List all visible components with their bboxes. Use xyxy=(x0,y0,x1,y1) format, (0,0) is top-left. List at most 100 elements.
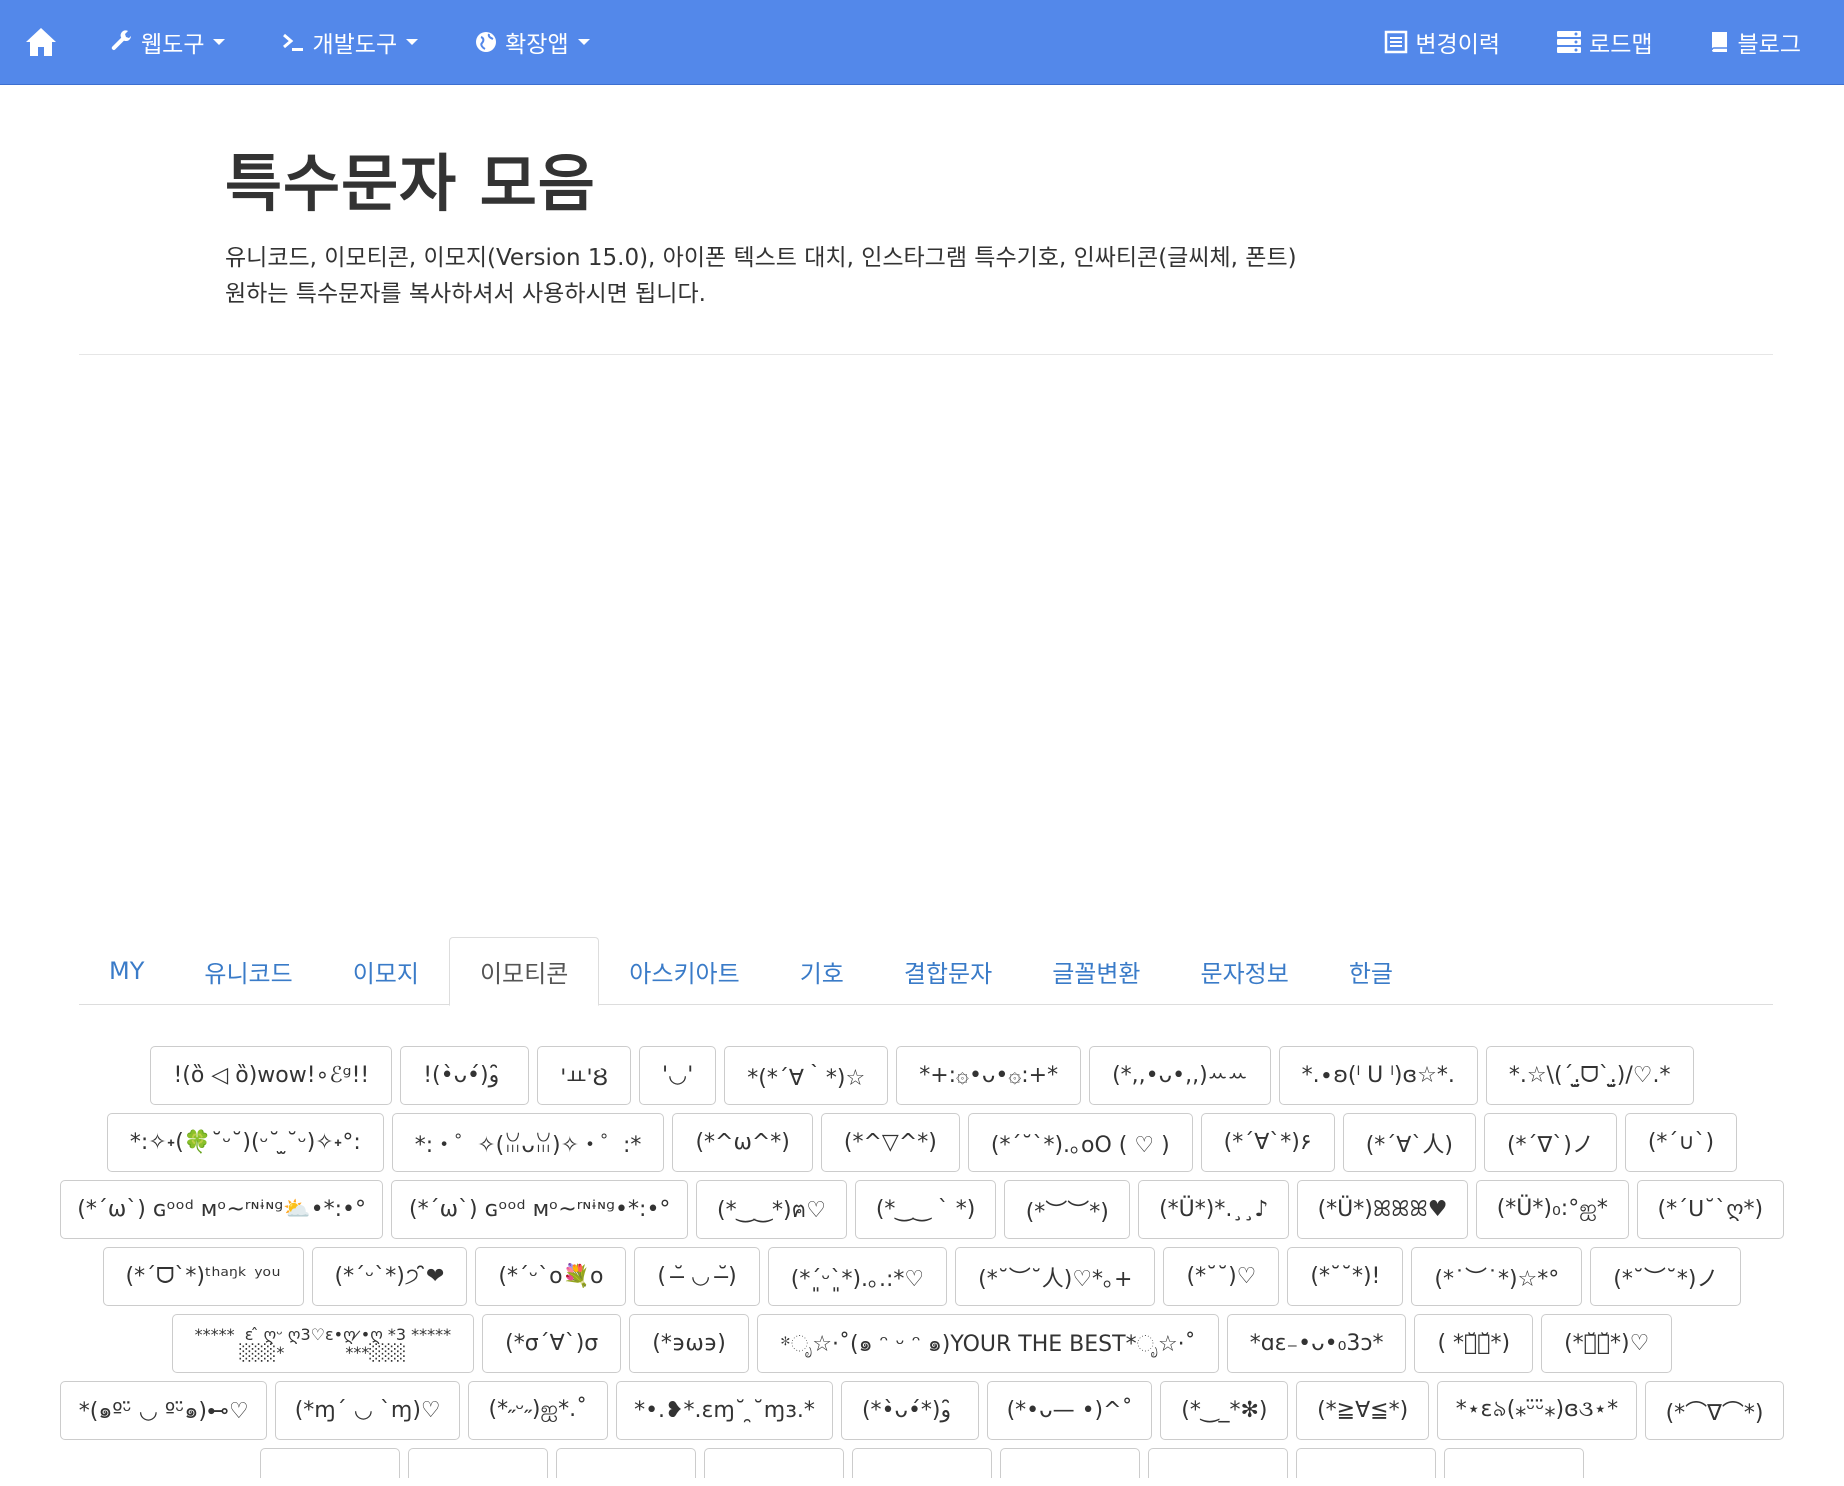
emoticon-button[interactable]: (*^▽^*) xyxy=(820,1113,960,1172)
nav-extensions[interactable]: 확장앱 xyxy=(446,0,617,85)
page-header: 특수문자 모음 유니코드, 이모티콘, 이모지(Version 15.0), 아… xyxy=(225,149,1297,312)
emoticon-button[interactable]: !(•̀ᴗ•́)و ̑̑ xyxy=(400,1046,530,1105)
emoticon-button[interactable]: (*´∀`*)۶ xyxy=(1200,1113,1335,1172)
emoticon-button[interactable]: '◡' xyxy=(638,1046,717,1105)
emoticon-button[interactable]: (*´ᗜ`*)ᵗʰᵃᵑᵏ ʸᵒᵘ xyxy=(102,1247,304,1306)
emoticon-button[interactable] xyxy=(408,1448,548,1478)
emoticon-button[interactable]: *+:۞•ᴗ•۞:+* xyxy=(896,1046,1082,1105)
chevron-down-icon xyxy=(577,39,590,45)
emoticon-button[interactable]: (*ค̆ค̆*)♡ xyxy=(1541,1314,1673,1373)
tab-5[interactable]: 기호 xyxy=(770,937,874,1005)
emoticon-row: *(๑ºᵕ̈ ◡ ºᵕ̈๑)⊷♡ (*ɱ´ ◡ `ɱ)♡ (*˶ᵕ˶)ஐ*.˚ *•.… xyxy=(60,1381,1784,1440)
home-link[interactable] xyxy=(0,0,82,85)
wrench-icon xyxy=(110,30,134,54)
emoticon-button[interactable] xyxy=(704,1448,844,1478)
tab-1[interactable]: 유니코드 xyxy=(174,937,322,1005)
tab-6[interactable]: 결합문자 xyxy=(874,937,1022,1005)
emoticon-button[interactable] xyxy=(556,1448,696,1478)
emoticon-button[interactable]: !(ȍ ◁ ȍ)wow!∘ℰᵍ!! xyxy=(150,1046,393,1105)
emoticon-button[interactable]: (*˶ᵕ˶)ஐ*.˚ xyxy=(467,1381,608,1440)
emoticon-button[interactable]: ***** ɛ ̂ ღᵕ ღ3♡ɛ•ღ ̷•ღ *3 ***** ░░░* **… xyxy=(171,1314,475,1373)
divider xyxy=(79,354,1773,355)
emoticon-button[interactable]: (*´ᵕ`*)੭ ̑̑❤ xyxy=(311,1247,468,1306)
page-description-line1: 유니코드, 이모티콘, 이모지(Version 15.0), 아이폰 텍스트 대… xyxy=(225,245,1297,272)
emoticon-button[interactable]: *.☆\(ˊ.̫̮ᗜˋ.̫̮)/♡.* xyxy=(1485,1046,1694,1105)
emoticon-button[interactable]: (*˘˘)♡ xyxy=(1163,1247,1280,1306)
emoticon-button[interactable]: (*´˘`*).｡oO ( ♡ ) xyxy=(967,1113,1193,1172)
category-tabs: MY 유니코드 이모지 이모티콘 아스키아트 기호 결합문자 글꼴변환 문자정보 한글 xyxy=(79,937,1773,1006)
nav-roadmap-label: 로드맵 xyxy=(1589,32,1653,58)
home-icon xyxy=(26,28,56,56)
page-description-line2: 원하는 특수문자를 복사하셔서 사용하시면 됩니다. xyxy=(225,281,706,308)
emoticon-button[interactable] xyxy=(1444,1448,1584,1478)
nav-roadmap[interactable]: 로드맵 xyxy=(1528,0,1680,85)
emoticon-button[interactable]: (*‿‿ ` *) xyxy=(854,1180,997,1239)
tab-4[interactable]: 아스키아트 xyxy=(599,937,769,1005)
emoticon-button[interactable]: (*Ü*)₀:°ஐ* xyxy=(1475,1180,1629,1239)
emoticon-button[interactable]: (*,,•ᴗ•,,)ꕀꕀ xyxy=(1089,1046,1271,1105)
nav-blog[interactable]: 블로그 xyxy=(1681,0,1829,85)
emoticon-button[interactable]: (*Ü*)*.¸¸♪ xyxy=(1138,1180,1290,1239)
tab-8[interactable]: 문자정보 xyxy=(1171,937,1319,1005)
emoticon-button[interactable] xyxy=(1148,1448,1288,1478)
emoticon-button[interactable] xyxy=(1296,1448,1436,1478)
emoticon-button[interactable]: *:✧˖(🍀˘ᵕ˘)(ᵕ˘ ̫˘ᵕ)✧˖°: xyxy=(106,1113,384,1172)
emoticon-row: (*´ω`) ɢᵒᵒᵈ ᴍᵒ~ʳᶰᶤᶰᵍ⛅•*:•° (*´ω`) ɢᵒᵒᵈ ᴍᵒ… xyxy=(60,1180,1784,1239)
emoticon-button[interactable]: *•.❥*.ɛɱ˘ ̯˘ɱɜ.* xyxy=(615,1381,834,1440)
emoticon-button[interactable]: (*≧∀≦*) xyxy=(1296,1381,1429,1440)
emoticon-button[interactable]: (*˘︶˘*)ノ xyxy=(1590,1247,1742,1306)
emoticon-button[interactable]: *ɑɛ₋•ᴗ•₀3ɔ* xyxy=(1226,1314,1407,1373)
emoticon-button[interactable]: (*˘˘*)! xyxy=(1287,1247,1404,1306)
nav-blog-label: 블로그 xyxy=(1737,32,1801,58)
emoticon-button[interactable]: (*⌒∇⌒*) xyxy=(1645,1381,1784,1440)
emoticon-button[interactable] xyxy=(1000,1448,1140,1478)
chevron-down-icon xyxy=(213,39,226,45)
nav-devtools[interactable]: 개발도구 xyxy=(253,0,446,85)
emoticon-button[interactable]: (*´ω`) ɢᵒᵒᵈ ᴍᵒ~ʳᶰᶤᶰᵍ⛅•*:•° xyxy=(60,1180,384,1239)
emoticon-button[interactable]: (*•̀ᴗ•́*)و ̑̑ xyxy=(841,1381,979,1440)
emoticon-button[interactable]: *:・゜✧(ꈍᴗꈍ)✧・゜:* xyxy=(391,1113,665,1172)
emoticon-button[interactable]: (*ˊ͈ᵕˋ͈*).｡.:*♡ xyxy=(767,1247,948,1306)
tab-3[interactable]: 이모티콘 xyxy=(448,937,600,1006)
nav-devtools-label: 개발도구 xyxy=(312,32,398,58)
emoticon-button[interactable]: (*´ᑌ˘`ღ*) xyxy=(1636,1180,1784,1239)
tab-2[interactable]: 이모지 xyxy=(323,937,449,1005)
top-navbar: 웹도구 개발도구 확장앱 변경이력 로드맵 블로그 xyxy=(0,0,1844,85)
emoticon-row: (*´ᗜ`*)ᵗʰᵃᵑᵏ ʸᵒᵘ (*´ᵕ`*)੭ ̑̑❤ (*´ᵕ`o💐o( ˘̶… xyxy=(60,1247,1784,1306)
emoticon-row: ***** ɛ ̂ ღᵕ ღ3♡ɛ•ღ ̷•ღ *3 ***** ░░░* **… xyxy=(60,1314,1784,1373)
emoticon-button[interactable]: (*σ´∀`)σ xyxy=(482,1314,622,1373)
emoticon-button[interactable]: *(*´∀｀*)☆ xyxy=(724,1046,889,1105)
emoticon-button[interactable]: *⋆ɛ৯(⁎ᵕ̈ᵕ̈⁎)ɞ૩⋆* xyxy=(1436,1381,1638,1440)
emoticon-button[interactable]: *ೃ☆·˚(๑ ᵔ ᵕ ᵔ ๑)YOUR THE BEST*ೃ☆·˚ xyxy=(756,1314,1219,1373)
emoticon-button[interactable] xyxy=(260,1448,400,1478)
nav-changelog[interactable]: 변경이력 xyxy=(1356,0,1528,85)
emoticon-button[interactable]: (*︶︶*) xyxy=(1004,1180,1131,1239)
emoticon-button[interactable]: (*´ᵕ`o💐o xyxy=(475,1247,627,1306)
emoticon-button[interactable]: (*ɱ´ ◡ `ɱ)♡ xyxy=(275,1381,460,1440)
emoticon-button[interactable]: (*϶ω϶) xyxy=(629,1314,749,1373)
emoticon-button[interactable]: (*•ᴗ— •)^˚ xyxy=(986,1381,1153,1440)
emoticon-button[interactable]: (*^ω^*) xyxy=(672,1113,813,1172)
emoticon-button[interactable]: ( ˘̶ ◡ ˘̶) xyxy=(634,1247,760,1306)
emoticon-button[interactable]: ( *ค̆ค̆*) xyxy=(1414,1314,1534,1373)
emoticon-button[interactable]: (*´ω`) ɢᵒᵒᵈ ᴍᵒ~ʳᶰᶤᶰᵍ•*:•° xyxy=(391,1180,689,1239)
emoticon-button[interactable]: (*´∀`人) xyxy=(1342,1113,1476,1172)
emoticon-button[interactable]: (*‿_*✻) xyxy=(1160,1381,1289,1440)
emoticon-button[interactable]: (*´∪`) xyxy=(1624,1113,1738,1172)
emoticon-button[interactable]: *(๑ºᵕ̈ ◡ ºᵕ̈๑)⊷♡ xyxy=(60,1381,268,1440)
nav-webtools[interactable]: 웹도구 xyxy=(82,0,253,85)
emoticon-row xyxy=(60,1448,1784,1478)
tab-0[interactable]: MY xyxy=(79,937,174,1005)
emoticon-button[interactable] xyxy=(852,1448,992,1478)
emoticon-button[interactable]: *.∙ʚ(ˡ U ˡ)ɞ☆*. xyxy=(1278,1046,1478,1105)
emoticon-button[interactable]: (*Ü*)ꕤꕤꕤ♥ xyxy=(1297,1180,1468,1239)
terminal-icon xyxy=(281,30,305,54)
tab-7[interactable]: 글꼴변환 xyxy=(1022,937,1170,1005)
tab-9[interactable]: 한글 xyxy=(1319,937,1423,1005)
emoticon-button[interactable]: (*‿‿*)ฅ♡ xyxy=(696,1180,847,1239)
emoticon-grid: !(ȍ ◁ ȍ)wow!∘ℰᵍ!! !(•̀ᴗ•́)و ̑̑ 'ㅛ'Ȣ '◡' *(*´… xyxy=(60,1046,1784,1486)
emoticon-button[interactable]: 'ㅛ'Ȣ xyxy=(537,1046,631,1105)
emoticon-button[interactable]: (*˘︶˘人)♡*｡+ xyxy=(955,1247,1156,1306)
emoticon-button[interactable]: (*˙︶˙*)☆*° xyxy=(1411,1247,1583,1306)
emoticon-button[interactable]: (*´∇`)ノ xyxy=(1483,1113,1617,1172)
